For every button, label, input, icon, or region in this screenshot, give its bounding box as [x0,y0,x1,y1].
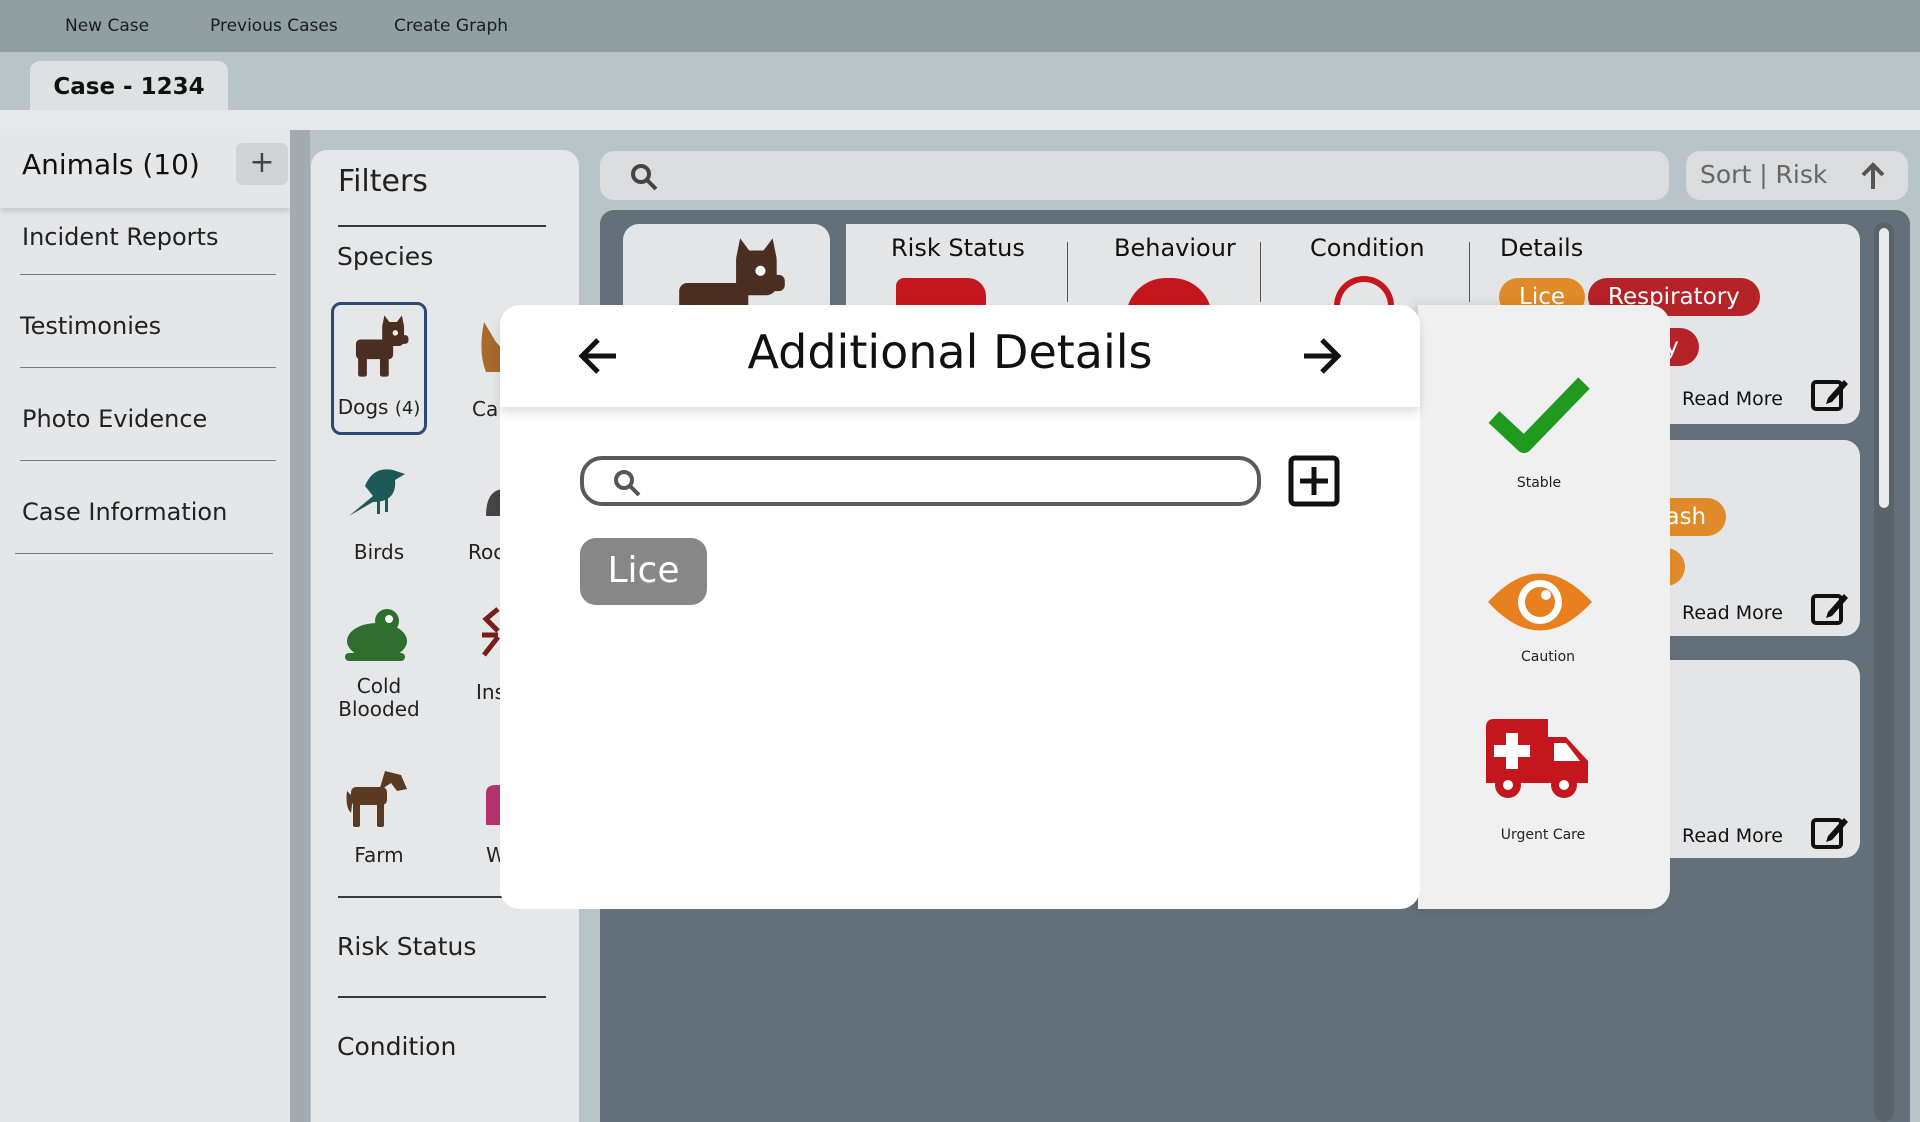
condition-icon [1334,276,1394,306]
edit-icon[interactable] [1810,376,1850,412]
nav-new-case[interactable]: New Case [65,16,149,36]
search-icon [614,470,641,497]
divider [1067,242,1068,302]
edit-icon[interactable] [1810,590,1850,626]
animals-title: Animals (10) [22,148,200,181]
species-label: Roc [468,540,502,564]
risk-label: Stable [1516,475,1562,491]
sort-button[interactable]: Sort | Risk [1686,151,1908,200]
species-label: Cold Blooded [338,674,420,721]
divider [15,553,273,554]
divider [338,996,546,998]
tab-case[interactable]: Case - 1234 [30,61,228,110]
filters-title: Filters [338,164,428,199]
species-birds[interactable]: Birds [331,462,427,572]
search-input[interactable] [600,151,1669,200]
dog-icon [355,315,409,377]
read-more-link[interactable]: Read More [1682,825,1783,847]
header-behaviour: Behaviour [1114,234,1236,262]
insect-icon [482,607,500,657]
nav-previous-cases[interactable]: Previous Cases [210,16,338,36]
species-label: Ca [472,397,499,421]
species-label: Dogs (4) [337,395,421,419]
read-more-link[interactable]: Read More [1682,602,1783,624]
divider [20,274,276,275]
edit-icon[interactable] [1810,814,1850,850]
divider [20,367,276,368]
species-insects[interactable]: Ins [462,605,502,715]
header-separator [0,110,1920,130]
species-dogs[interactable]: Dogs (4) [331,302,427,435]
risk-option-caution[interactable]: Caution [1474,557,1604,677]
header-details: Details [1500,234,1584,262]
add-animal-button[interactable]: + [236,143,288,185]
species-cats[interactable]: Ca [462,302,502,435]
risk-label: Urgent Care [1500,827,1586,843]
species-farm[interactable]: Farm [331,763,427,873]
ambulance-icon [896,278,986,308]
eye-icon [1488,573,1592,631]
rodent-icon [486,489,502,516]
divider [20,460,276,461]
species-label: Farm [354,843,404,867]
risk-status-panel: Stable Caution Urgent Care [1418,305,1670,909]
sidebar-item-case-information[interactable]: Case Information [22,498,227,526]
tab-strip [0,52,1920,110]
risk-option-urgent-care[interactable]: Urgent Care [1474,717,1604,857]
risk-option-stable[interactable]: Stable [1474,375,1604,495]
sort-label: Sort | Risk [1700,160,1828,189]
species-wild[interactable]: W [462,763,502,873]
bird-icon [349,469,405,516]
filter-condition[interactable]: Condition [337,1032,456,1061]
divider [1469,242,1470,302]
sidebar-item-incident-reports[interactable]: Incident Reports [22,223,218,251]
top-nav-bar: New Case Previous Cases Create Graph [0,0,1920,52]
header-condition: Condition [1310,234,1425,262]
checkmark-icon [1488,377,1590,453]
species-rodents[interactable]: Roc [462,462,502,572]
divider [338,225,546,227]
details-search-input[interactable] [580,456,1261,506]
header-risk-status: Risk Status [891,234,1025,262]
arrow-right-icon[interactable] [1302,336,1342,376]
search-icon [631,164,658,191]
filter-risk-status[interactable]: Risk Status [337,932,476,961]
detail-chip-lice[interactable]: Lice [580,538,707,605]
sidebar-item-photo-evidence[interactable]: Photo Evidence [22,405,207,433]
ambulance-icon [1486,719,1588,798]
nav-create-graph[interactable]: Create Graph [394,16,508,36]
read-more-link[interactable]: Read More [1682,388,1783,410]
frog-icon [345,609,407,661]
scrollbar-thumb[interactable] [1879,228,1889,508]
sidebar-gutter [290,130,310,1122]
species-cold-blooded[interactable]: Cold Blooded [331,605,427,725]
add-detail-button[interactable] [1288,455,1340,507]
sidebar [0,130,290,1122]
sidebar-item-testimonies[interactable]: Testimonies [20,312,161,340]
divider [1260,242,1261,302]
species-label: Birds [353,540,405,564]
species-title: Species [337,242,434,271]
horse-icon [346,771,407,827]
risk-label: Caution [1520,649,1576,665]
species-label: Ins [476,680,502,704]
arrow-up-icon [1861,162,1885,189]
cat-icon [481,322,502,372]
dialog-title: Additional Details [747,325,1153,379]
